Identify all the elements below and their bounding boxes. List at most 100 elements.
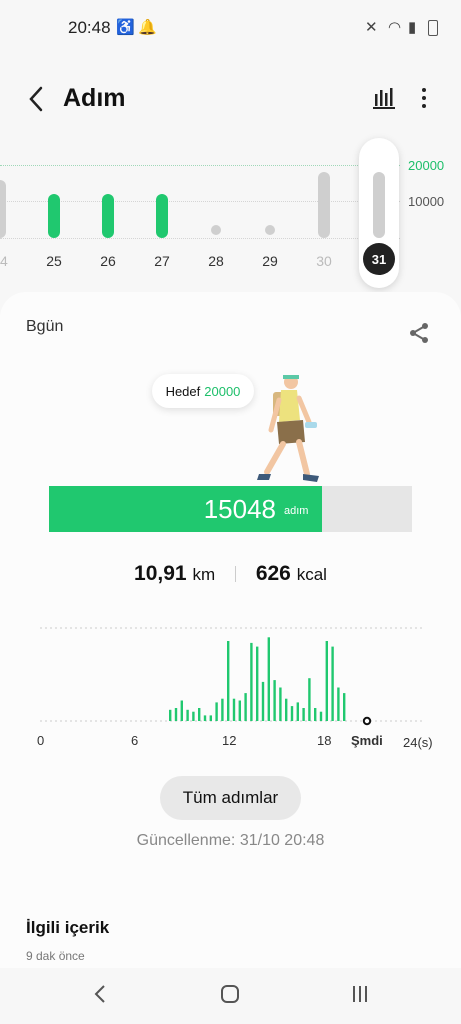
hourly-bar <box>314 708 317 721</box>
system-nav-bar <box>0 968 461 1024</box>
hourly-bar <box>232 698 236 721</box>
hourly-bar <box>192 711 195 721</box>
goal-bubble: Hedef 20000 <box>152 374 254 408</box>
distance-unit: km <box>192 565 216 584</box>
page-title: Adım <box>63 84 126 112</box>
hourly-bar <box>250 642 253 721</box>
week-bar-31[interactable] <box>373 172 385 238</box>
accessibility-icon: ♿ <box>116 19 135 36</box>
week-bar-26[interactable] <box>102 194 114 238</box>
hourly-bar <box>331 646 334 721</box>
hourly-bar <box>319 711 323 721</box>
week-label-25[interactable]: 25 <box>37 253 71 269</box>
goal-label: Hedef <box>165 383 201 399</box>
week-label-26[interactable]: 26 <box>91 253 125 269</box>
more-options-button[interactable] <box>414 84 434 112</box>
nav-recents-icon[interactable] <box>350 984 370 1010</box>
calories-value: 626 <box>255 562 291 585</box>
status-bar: 20:48 ♿ 🔔 ✕ ◠ ▮ <box>0 0 461 56</box>
week-dot-28[interactable] <box>211 225 221 235</box>
week-dot-29[interactable] <box>265 225 275 235</box>
week-label-29[interactable]: 29 <box>253 253 287 269</box>
day-label: Bgün <box>26 318 64 335</box>
hourly-bar <box>221 698 224 721</box>
updated-time: Güncellenme: 31/10 20:48 <box>136 832 325 849</box>
x-label-18: 18 <box>317 733 332 748</box>
signal-icon: ▮ <box>408 19 417 36</box>
x-label-0: 0 <box>37 733 45 748</box>
week-label-31[interactable]: 31 <box>363 243 395 275</box>
hourly-bar <box>215 702 218 721</box>
hourly-bar <box>267 637 270 721</box>
week-bar-25[interactable] <box>48 194 60 238</box>
week-label-28[interactable]: 28 <box>199 253 233 269</box>
mid-gridline <box>0 201 400 202</box>
hourly-bar <box>180 700 183 721</box>
share-button[interactable] <box>406 320 432 346</box>
hourly-steps-chart[interactable] <box>36 620 426 730</box>
hourly-bar <box>174 708 178 721</box>
hourly-bar <box>238 700 241 721</box>
steps-unit: adım <box>284 505 309 517</box>
base-gridline <box>0 238 400 239</box>
bar-chart-icon <box>373 88 395 109</box>
nav-home-icon[interactable] <box>220 984 240 1010</box>
week-label-24[interactable]: 24 <box>0 253 17 269</box>
hourly-bar <box>302 708 305 721</box>
hourly-bar <box>169 709 172 721</box>
week-label-27[interactable]: 27 <box>145 253 179 269</box>
hourly-bar <box>279 687 282 721</box>
all-steps-button[interactable]: Tüm adımlar <box>160 776 301 820</box>
hourly-bar <box>290 706 294 721</box>
week-bar-30[interactable] <box>318 172 330 238</box>
chart-button[interactable] <box>370 84 398 112</box>
y-label-mid: 10000 <box>408 194 445 209</box>
hourly-bar <box>198 708 201 721</box>
week-bar-24[interactable] <box>0 179 6 238</box>
related-content-title[interactable]: İlgili içerik <box>26 918 109 938</box>
hourly-bar <box>203 715 207 721</box>
nav-back-icon[interactable] <box>93 984 107 1010</box>
back-button[interactable] <box>22 82 50 116</box>
goal-value: 20000 <box>204 383 241 399</box>
hourly-bar <box>325 641 328 721</box>
hourly-bar <box>261 681 265 721</box>
walker-illustration <box>257 375 319 482</box>
x-label-12: 12 <box>222 733 237 748</box>
hourly-bar <box>273 680 276 721</box>
chevron-left-icon <box>29 86 43 112</box>
distance-value: 10,91 <box>134 562 187 585</box>
mute-icon: ✕ <box>365 19 378 36</box>
more-icon <box>422 88 426 92</box>
hourly-bar <box>209 715 212 721</box>
hourly-bar <box>285 698 288 721</box>
week-bar-27[interactable] <box>156 194 168 238</box>
status-time: 20:48 <box>68 18 111 37</box>
wifi-icon: ◠ <box>388 19 402 36</box>
hourly-bar <box>256 646 259 721</box>
steps-progress-bar: 15048 adım <box>49 486 412 532</box>
y-label-goal: 20000 <box>408 158 445 173</box>
x-label-24: 24(s) <box>403 735 433 750</box>
stats-divider <box>234 566 236 583</box>
x-label-now: Şmdi <box>351 733 383 748</box>
week-label-30[interactable]: 30 <box>307 253 341 269</box>
hourly-bar <box>337 687 340 721</box>
battery-icon <box>428 20 438 36</box>
goal-gridline <box>0 165 400 166</box>
share-icon <box>410 323 428 343</box>
hourly-bar <box>186 709 189 721</box>
x-label-6: 6 <box>131 733 139 748</box>
hourly-bar <box>244 693 247 721</box>
weekly-steps-chart[interactable]: 20000 10000 24 25 26 27 28 29 30 31 <box>0 135 461 295</box>
stats-row: 10,91 km 626 kcal <box>0 562 461 594</box>
related-content-time: 9 dak önce <box>26 949 85 963</box>
hourly-bar <box>296 702 299 721</box>
hourly-bar <box>227 641 230 721</box>
now-marker <box>362 716 372 726</box>
hourly-bar <box>343 693 346 721</box>
calories-unit: kcal <box>296 565 327 584</box>
bell-icon: 🔔 <box>138 19 157 36</box>
hourly-bar <box>308 678 311 721</box>
steps-count: 15048 <box>203 494 276 524</box>
